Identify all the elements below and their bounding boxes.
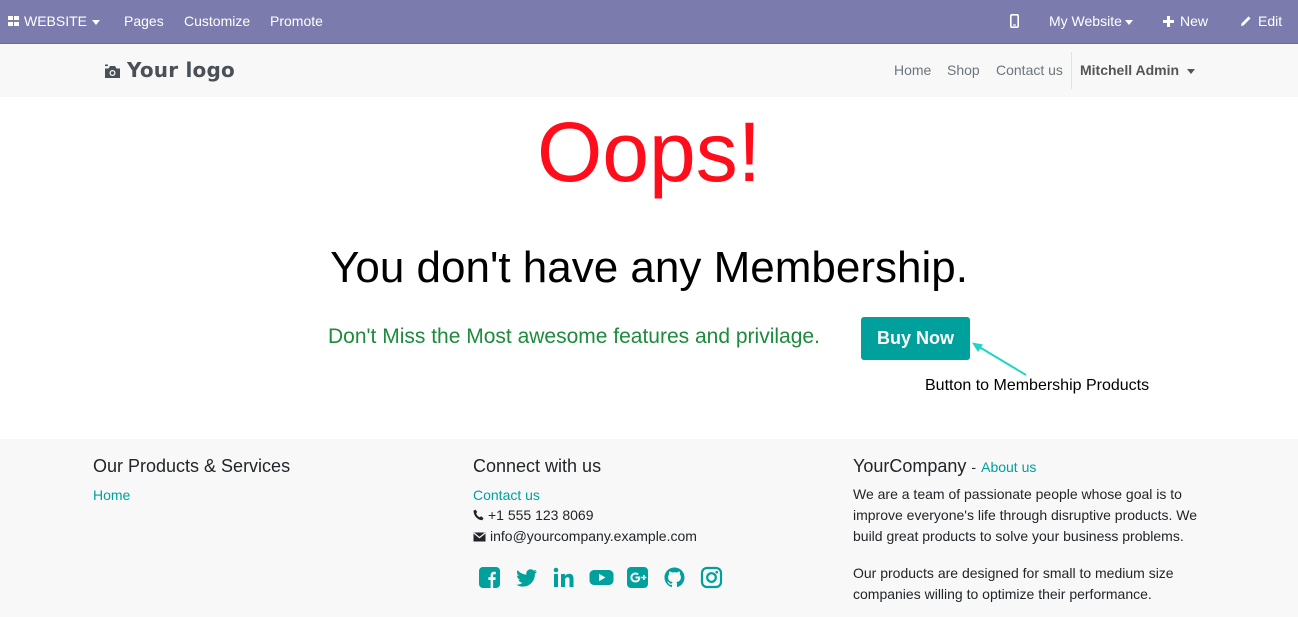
footer-email: info@yourcompany.example.com (473, 526, 697, 547)
nav-shop[interactable]: Shop (947, 44, 980, 97)
my-website-label: My Website (1049, 13, 1122, 29)
promo-text: Don't Miss the Most awesome features and… (328, 325, 820, 348)
company-name: YourCompany (853, 456, 967, 476)
website-menu[interactable]: WEBSITE (8, 0, 101, 43)
nav-contact-us[interactable]: Contact us (996, 44, 1063, 97)
no-membership-message: You don't have any Membership. (330, 243, 968, 292)
nav-shop-label: Shop (947, 62, 980, 78)
footer-about-link[interactable]: About us (981, 459, 1036, 475)
promote-menu[interactable]: Promote (270, 0, 323, 43)
nav-home-label: Home (894, 62, 932, 78)
twitter-icon[interactable] (515, 566, 538, 589)
pages-label: Pages (124, 13, 164, 29)
nav-contact-label: Contact us (996, 62, 1063, 78)
chevron-down-icon (1187, 68, 1196, 74)
customize-label: Customize (184, 13, 251, 29)
edit-label: Edit (1258, 13, 1283, 29)
chevron-down-icon (1124, 19, 1133, 25)
footer-products-title: Our Products & Services (93, 456, 291, 476)
new-label: New (1180, 13, 1209, 29)
footer-connect-title: Connect with us (473, 456, 602, 476)
footer-home-link[interactable]: Home (93, 487, 130, 503)
admin-bar: WEBSITE Pages Customize Promote My Websi… (0, 0, 1298, 44)
linkedin-icon[interactable] (552, 566, 575, 589)
apps-grid-icon (8, 16, 20, 27)
footer-phone: +1 555 123 8069 (473, 505, 594, 526)
youtube-icon[interactable] (589, 566, 614, 589)
footer-about-text-2: Our products are designed for small to m… (853, 565, 1174, 602)
nav-home[interactable]: Home (894, 44, 931, 97)
plus-icon (1163, 16, 1174, 27)
annotation-label: Button to Membership Products (925, 377, 1150, 394)
footer-phone-text: +1 555 123 8069 (488, 507, 594, 523)
nav-divider (1071, 52, 1072, 89)
user-menu[interactable]: Mitchell Admin (1080, 44, 1196, 97)
social-links (478, 566, 723, 589)
edit-button[interactable]: Edit (1240, 0, 1282, 43)
website-menu-label: WEBSITE (24, 13, 88, 29)
buy-now-button[interactable]: Buy Now (861, 317, 970, 360)
promote-label: Promote (270, 13, 323, 29)
annotation-arrow-icon (972, 342, 1027, 376)
phone-icon (473, 509, 484, 521)
pages-menu[interactable]: Pages (124, 0, 164, 43)
pencil-icon (1241, 16, 1251, 26)
user-name: Mitchell Admin (1080, 62, 1180, 78)
facebook-icon[interactable] (478, 566, 501, 589)
logo-text: Your logo (127, 58, 235, 82)
mobile-icon (1010, 14, 1020, 28)
footer-company-title: YourCompany - About us (853, 456, 1036, 477)
oops-heading: Oops! (536, 105, 762, 199)
my-website-menu[interactable]: My Website (1049, 0, 1133, 43)
envelope-icon (473, 532, 486, 542)
site-header: Your logo Home Shop Contact us Mitchell … (0, 44, 1298, 97)
footer-email-text: info@yourcompany.example.com (490, 528, 697, 544)
camera-icon (105, 64, 120, 78)
chevron-down-icon (92, 19, 101, 25)
instagram-icon[interactable] (700, 566, 723, 589)
google-plus-icon[interactable] (626, 566, 649, 589)
github-icon[interactable] (663, 566, 686, 589)
footer: Our Products & Services Home Connect wit… (0, 439, 1298, 617)
title-separator: - (971, 459, 977, 475)
footer-about-text-1: We are a team of passionate people whose… (853, 486, 1198, 544)
customize-menu[interactable]: Customize (184, 0, 250, 43)
footer-contact-link[interactable]: Contact us (473, 487, 540, 503)
site-logo[interactable]: Your logo (104, 58, 235, 82)
new-button[interactable]: New (1163, 0, 1208, 43)
mobile-preview-button[interactable] (1010, 0, 1020, 43)
